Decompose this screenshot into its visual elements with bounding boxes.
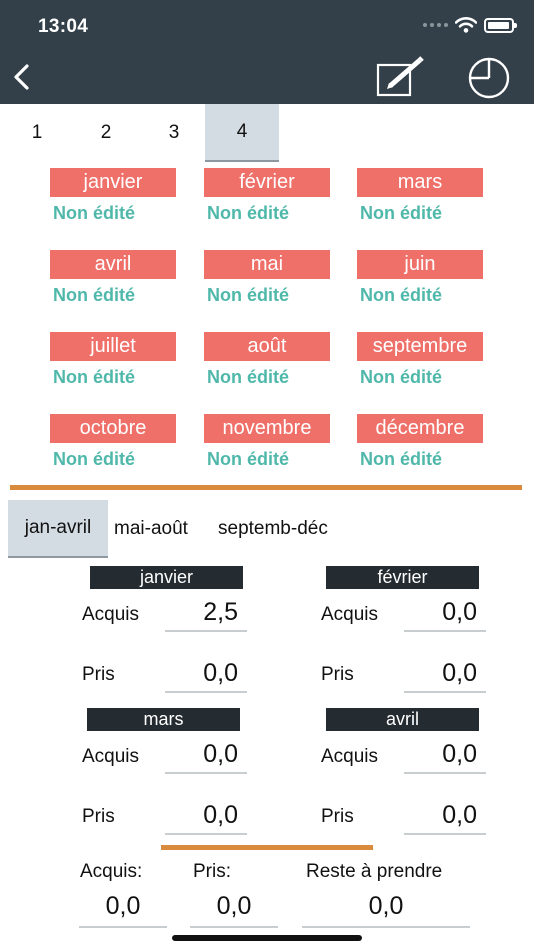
month-button[interactable]: octobre: [50, 414, 176, 443]
month-cell-juillet: juillet Non édité: [50, 332, 176, 388]
month-cell-aout: août Non édité: [204, 332, 330, 388]
acquis-label: Acquis: [321, 746, 379, 767]
month-button[interactable]: août: [204, 332, 330, 361]
page-tab-3[interactable]: 3: [137, 104, 211, 162]
battery-icon: [484, 17, 517, 33]
acquis-input[interactable]: 0,0: [404, 740, 486, 774]
month-button[interactable]: septembre: [357, 332, 483, 361]
month-cell-octobre: octobre Non édité: [50, 414, 176, 470]
month-button[interactable]: mai: [204, 250, 330, 279]
month-status: Non édité: [207, 285, 290, 305]
month-button[interactable]: janvier: [50, 168, 176, 197]
pris-input[interactable]: 0,0: [404, 659, 486, 693]
detail-month-header: mars: [87, 708, 240, 731]
chevron-left-icon: [14, 64, 29, 90]
month-status: Non édité: [207, 367, 290, 387]
month-cell-fevrier: février Non édité: [204, 168, 330, 224]
month-status: Non édité: [207, 449, 290, 469]
pie-chart-icon: [468, 57, 510, 99]
edit-note-icon: [376, 56, 424, 97]
month-button[interactable]: décembre: [357, 414, 483, 443]
status-icons: [423, 17, 517, 33]
acquis-label: Acquis: [82, 604, 140, 625]
range-tab-septemb-dec[interactable]: septemb-déc: [218, 500, 328, 558]
acquis-input[interactable]: 2,5: [165, 598, 247, 632]
month-status: Non édité: [207, 203, 290, 223]
nav-bar: [0, 50, 534, 104]
reste-value[interactable]: 0,0: [302, 888, 470, 928]
detail-month-header: février: [326, 566, 479, 589]
month-cell-avril: avril Non édité: [50, 250, 176, 306]
range-tab-mai-aout[interactable]: mai-août: [114, 500, 188, 558]
detail-month-header: janvier: [90, 566, 243, 589]
chart-button[interactable]: [462, 55, 514, 99]
edit-button[interactable]: [374, 55, 426, 99]
month-cell-decembre: décembre Non édité: [357, 414, 483, 470]
total-acquis-value[interactable]: 0,0: [79, 888, 167, 928]
cellular-signal-icon: [423, 23, 448, 27]
page-tab-2[interactable]: 2: [69, 104, 143, 162]
wifi-icon: [455, 17, 477, 33]
acquis-label: Acquis: [82, 746, 140, 767]
month-cell-mars: mars Non édité: [357, 168, 483, 224]
month-button[interactable]: mars: [357, 168, 483, 197]
pris-input[interactable]: 0,0: [165, 801, 247, 835]
month-button[interactable]: juillet: [50, 332, 176, 361]
month-status: Non édité: [53, 203, 136, 223]
month-button[interactable]: juin: [357, 250, 483, 279]
section-divider: [10, 485, 522, 490]
pris-label: Pris: [321, 664, 354, 685]
acquis-input[interactable]: 0,0: [165, 740, 247, 774]
status-time: 13:04: [38, 16, 89, 37]
page-tab-4[interactable]: 4: [205, 104, 279, 162]
total-acquis-label: Acquis:: [80, 861, 143, 882]
home-indicator: [172, 935, 362, 941]
page-tab-1[interactable]: 1: [0, 104, 74, 162]
acquis-label: Acquis: [321, 604, 379, 625]
month-button[interactable]: février: [204, 168, 330, 197]
pris-label: Pris: [321, 806, 354, 827]
detail-month-header: avril: [326, 708, 479, 731]
month-status: Non édité: [360, 449, 443, 469]
status-bar: 13:04: [0, 0, 534, 50]
pris-label: Pris: [82, 806, 115, 827]
month-button[interactable]: avril: [50, 250, 176, 279]
month-button[interactable]: novembre: [204, 414, 330, 443]
month-status: Non édité: [360, 203, 443, 223]
total-pris-value[interactable]: 0,0: [190, 888, 278, 928]
month-cell-novembre: novembre Non édité: [204, 414, 330, 470]
pris-label: Pris: [82, 664, 115, 685]
back-button[interactable]: [8, 60, 42, 94]
month-cell-janvier: janvier Non édité: [50, 168, 176, 224]
month-status: Non édité: [53, 367, 136, 387]
pris-input[interactable]: 0,0: [404, 801, 486, 835]
pris-input[interactable]: 0,0: [165, 659, 247, 693]
month-status: Non édité: [360, 367, 443, 387]
reste-label: Reste à prendre: [306, 861, 443, 882]
month-cell-mai: mai Non édité: [204, 250, 330, 306]
acquis-input[interactable]: 0,0: [404, 598, 486, 632]
page-tabs: 1 2 3 4: [0, 104, 534, 162]
month-status: Non édité: [360, 285, 443, 305]
range-tab-jan-avril[interactable]: jan-avril: [8, 500, 108, 558]
month-cell-septembre: septembre Non édité: [357, 332, 483, 388]
total-pris-label: Pris:: [193, 861, 231, 882]
month-status: Non édité: [53, 449, 136, 469]
month-status: Non édité: [53, 285, 136, 305]
totals-divider: [161, 845, 373, 850]
month-cell-juin: juin Non édité: [357, 250, 483, 306]
